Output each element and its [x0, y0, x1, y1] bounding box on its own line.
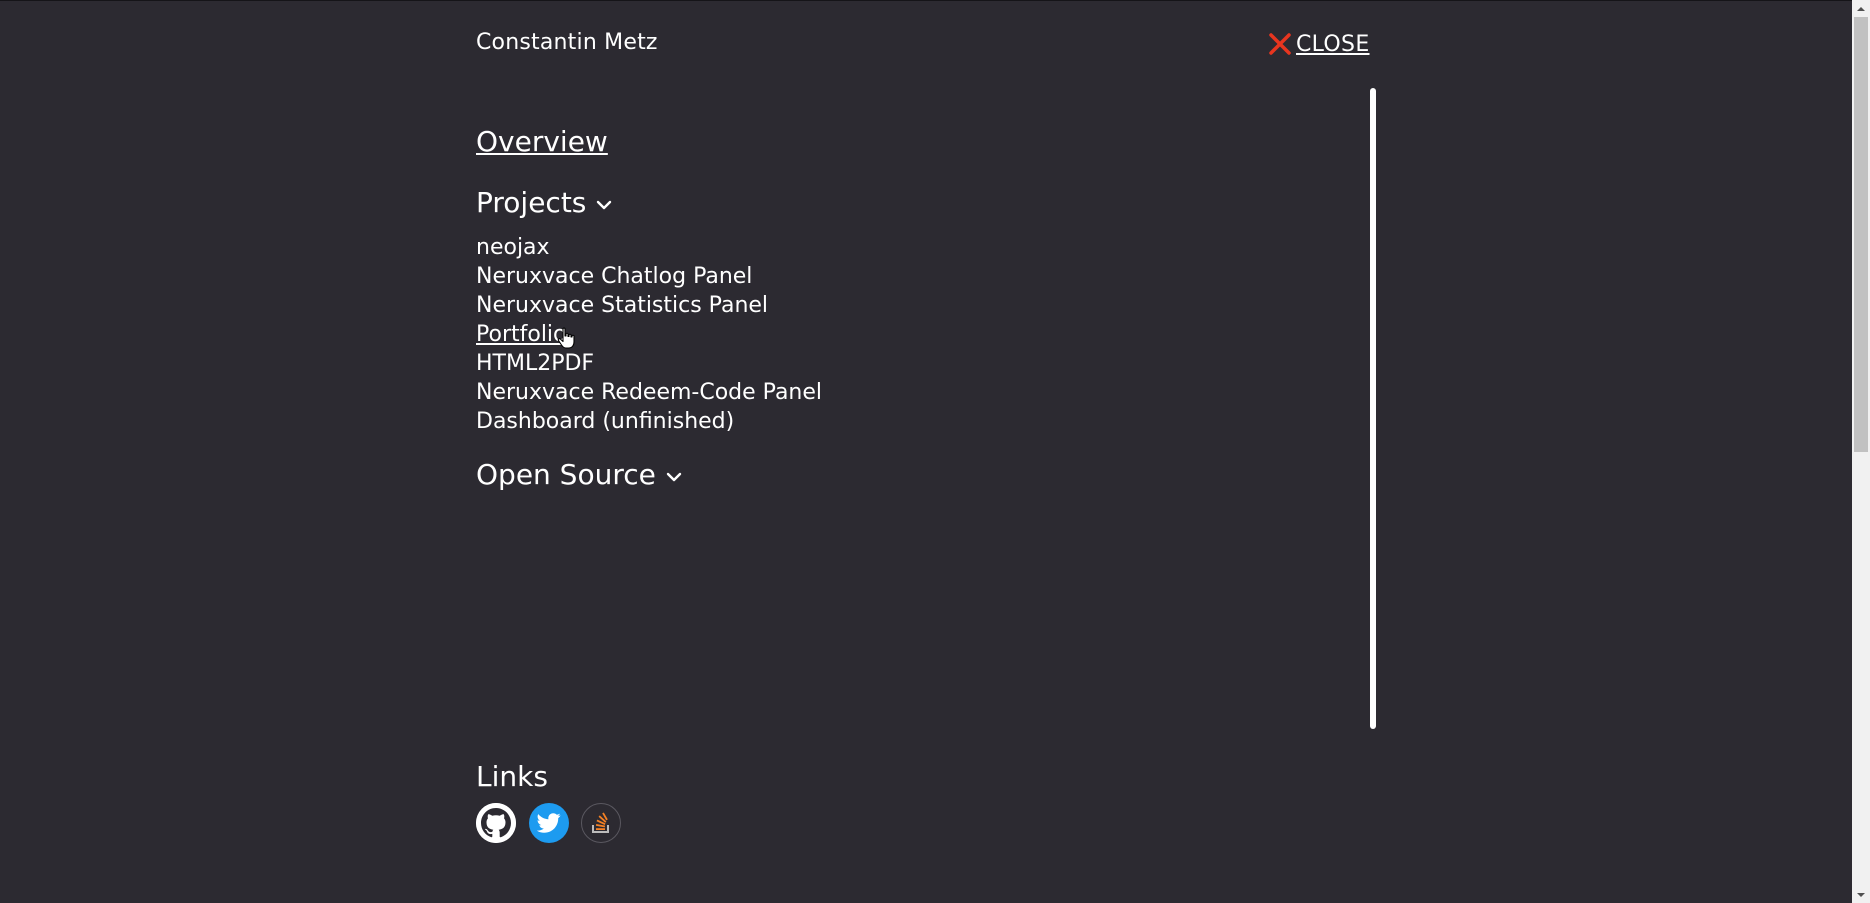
hand-pointer-cursor-icon [557, 327, 575, 349]
close-menu-button[interactable]: CLOSE [1267, 31, 1370, 57]
site-owner-name: Constantin Metz [476, 30, 658, 55]
links-heading: Links [476, 760, 548, 793]
stackoverflow-link[interactable] [581, 803, 621, 843]
project-list: neojax Neruxvace Chatlog Panel Neruxvace… [476, 233, 822, 436]
twitter-icon [537, 813, 561, 833]
open-source-toggle[interactable]: Open Source [476, 458, 682, 491]
github-icon [476, 803, 516, 843]
chevron-down-icon [666, 472, 682, 481]
top-border [0, 0, 1852, 1]
close-icon [1269, 33, 1291, 55]
page-scrollbar[interactable] [1852, 0, 1870, 903]
project-link-redeem-code-panel[interactable]: Neruxvace Redeem-Code Panel [476, 378, 822, 407]
menu-divider [1370, 88, 1376, 729]
project-link-neojax[interactable]: neojax [476, 233, 822, 262]
project-link-dashboard[interactable]: Dashboard (unfinished) [476, 407, 822, 436]
project-link-html2pdf[interactable]: HTML2PDF [476, 349, 822, 378]
stackoverflow-icon [592, 812, 609, 833]
twitter-link[interactable] [529, 803, 569, 843]
scroll-down-arrow-icon[interactable] [1852, 886, 1870, 903]
nav-link-overview[interactable]: Overview [476, 125, 608, 158]
project-link-statistics-panel[interactable]: Neruxvace Statistics Panel [476, 291, 822, 320]
github-link[interactable] [476, 803, 516, 843]
scrollbar-thumb[interactable] [1854, 17, 1868, 452]
projects-heading: Projects [476, 186, 587, 219]
project-link-chatlog-panel[interactable]: Neruxvace Chatlog Panel [476, 262, 822, 291]
projects-toggle[interactable]: Projects [476, 186, 612, 219]
project-link-portfolio[interactable]: Portfolio [476, 320, 822, 349]
chevron-down-icon [597, 200, 612, 209]
scroll-up-arrow-icon[interactable] [1852, 0, 1870, 17]
open-source-heading: Open Source [476, 458, 656, 491]
close-label: CLOSE [1296, 31, 1370, 57]
